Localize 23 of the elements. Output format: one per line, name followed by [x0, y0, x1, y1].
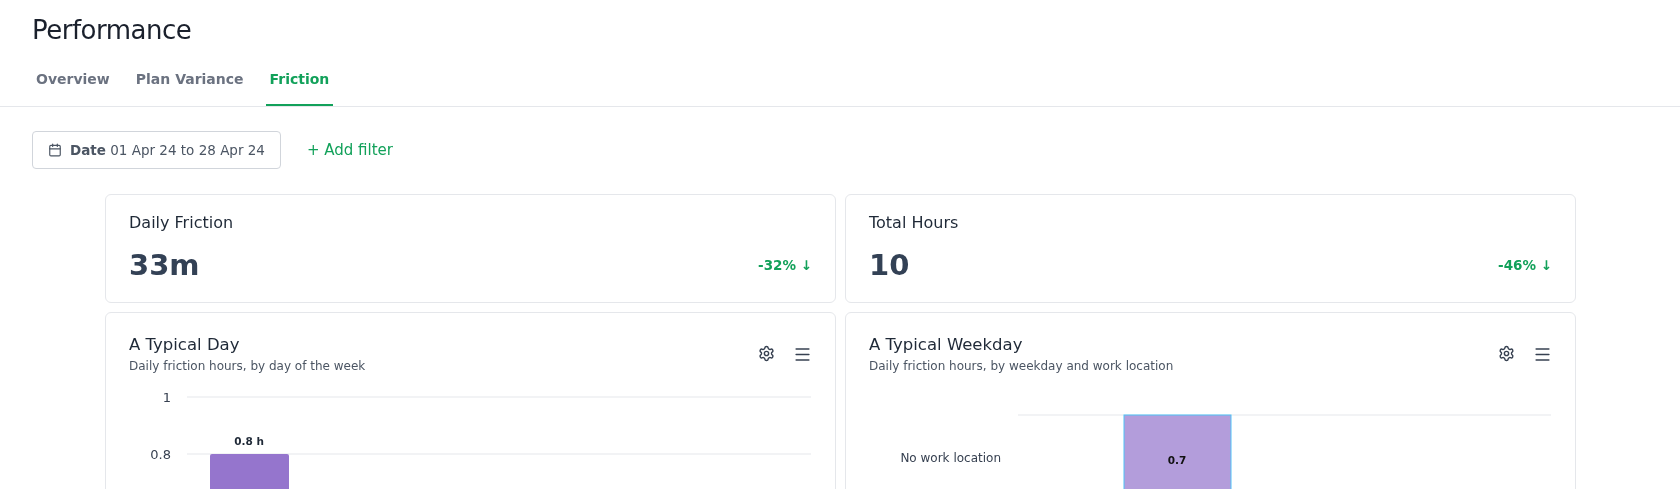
- stat-title: Daily Friction: [129, 213, 235, 232]
- axis-tick-label: 1: [162, 390, 171, 405]
- axis-tick-label: 0.8: [150, 447, 171, 462]
- stat-change: -32% ↓: [758, 257, 812, 273]
- chart-subtitle: Daily friction hours, by day of the week: [129, 359, 366, 373]
- stat-title: Total Hours: [869, 213, 960, 232]
- tab[interactable]: Overview: [32, 63, 114, 106]
- chart-title: A Typical Day: [129, 335, 241, 354]
- add-filter-link[interactable]: + Add filter: [300, 140, 399, 160]
- stat-value: 33m: [129, 248, 200, 282]
- page-title: Performance: [32, 15, 193, 45]
- row-label: No work location: [900, 451, 1001, 465]
- tab[interactable]: Plan Variance: [131, 63, 248, 106]
- stat-change: -46% ↓: [1498, 257, 1552, 273]
- date-filter-button[interactable]: Date 01 Apr 24 to 28 Apr 24: [32, 131, 281, 169]
- tab[interactable]: Friction: [265, 63, 334, 106]
- chart-title: A Typical Weekday: [869, 335, 1024, 354]
- bar-value-label: 0.8 h: [234, 435, 264, 447]
- calendar-icon: [48, 143, 62, 157]
- stat-value: 10: [869, 248, 910, 282]
- cell-value-label: 0.7: [1167, 454, 1187, 466]
- date-filter-text: Date 01 Apr 24 to 28 Apr 24: [70, 142, 265, 158]
- chart-subtitle: Daily friction hours, by weekday and work location: [869, 359, 1174, 373]
